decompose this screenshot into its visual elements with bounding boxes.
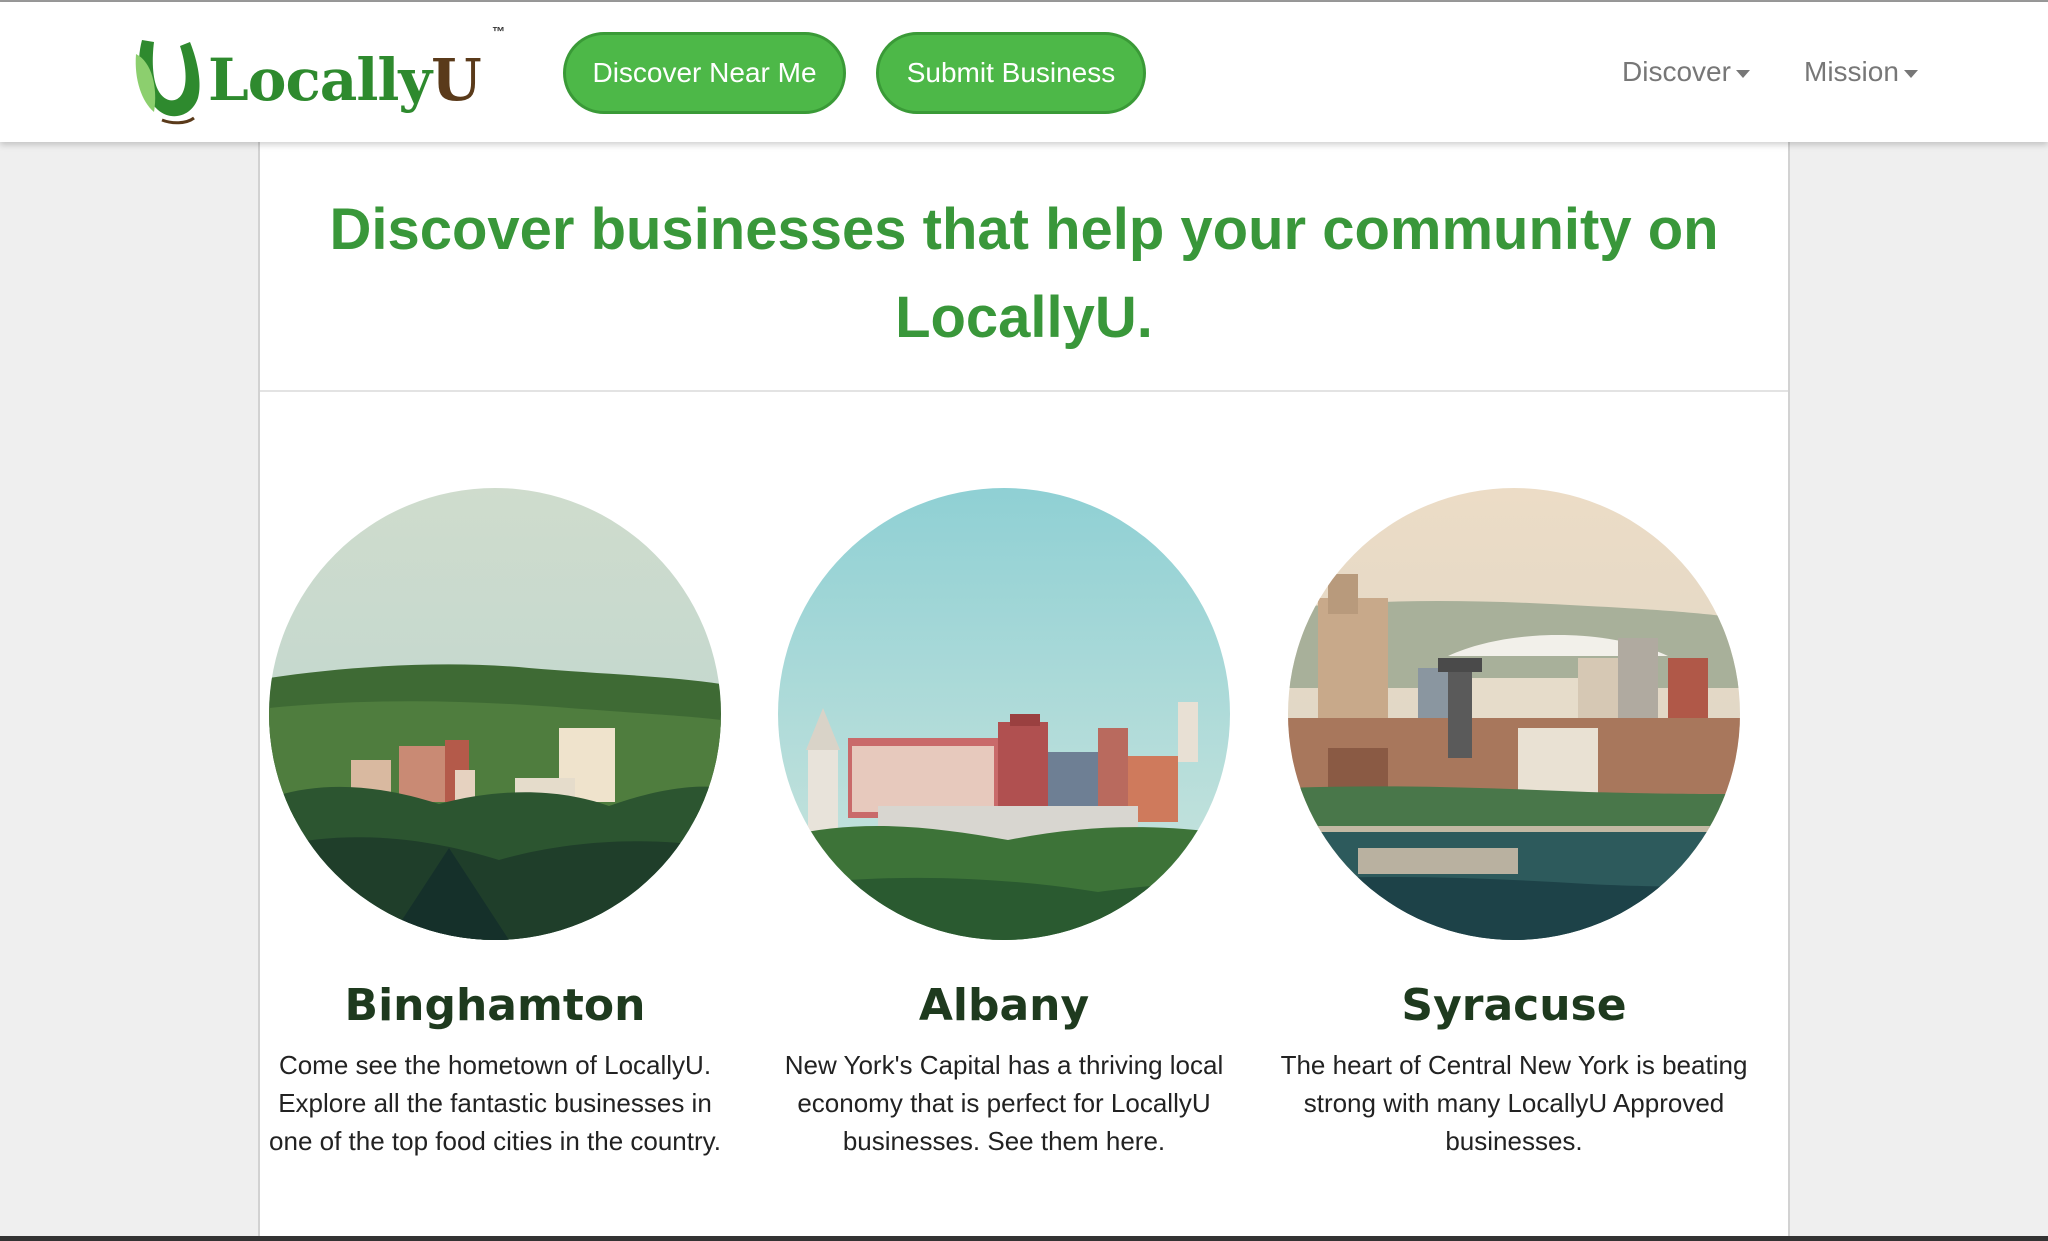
site-header: LocallyU ™ Discover Near Me Submit Busin… [0, 2, 2048, 142]
binghamton-skyline-image [269, 488, 721, 940]
leaf-logo-icon [135, 40, 200, 125]
discover-near-me-button[interactable]: Discover Near Me [563, 32, 846, 114]
albany-skyline-photo[interactable] [778, 488, 1230, 940]
locallyu-logo[interactable]: LocallyU [132, 30, 512, 130]
syracuse-skyline-image [1288, 488, 1740, 940]
city-name-binghamton[interactable]: Binghamton [345, 976, 646, 1036]
nav-discover-dropdown[interactable]: Discover [1622, 54, 1750, 90]
city-description-binghamton: Come see the hometown of LocallyU. Explo… [269, 1050, 721, 1156]
window-bottom-border [0, 1236, 2048, 1241]
city-description-syracuse: The heart of Central New York is beating… [1280, 1050, 1748, 1156]
section-divider [260, 390, 1788, 392]
syracuse-skyline-photo[interactable] [1288, 488, 1740, 940]
main-panel: Discover businesses that help your commu… [258, 142, 1790, 1241]
city-name-albany[interactable]: Albany [919, 976, 1089, 1036]
city-card-albany[interactable]: Albany New York's Capital has a thriving… [769, 488, 1239, 1160]
city-card-binghamton[interactable]: Binghamton Come see the hometown of Loca… [260, 488, 730, 1160]
caret-down-icon [1735, 69, 1750, 78]
nav-mission-dropdown[interactable]: Mission [1804, 54, 1918, 90]
city-name-syracuse[interactable]: Syracuse [1401, 976, 1626, 1036]
nav-mission-label: Mission [1804, 56, 1899, 87]
trademark-symbol: ™ [492, 24, 505, 39]
page-headline: Discover businesses that help your commu… [329, 197, 1719, 350]
logo-wordmark: LocallyU [208, 46, 482, 114]
caret-down-icon [1903, 69, 1918, 78]
albany-skyline-image [778, 488, 1230, 940]
submit-business-button[interactable]: Submit Business [876, 32, 1146, 114]
nav-discover-label: Discover [1622, 56, 1731, 87]
city-card-syracuse[interactable]: Syracuse The heart of Central New York i… [1279, 488, 1749, 1160]
binghamton-skyline-photo[interactable] [269, 488, 721, 940]
city-description-albany: New York's Capital has a thriving local … [784, 1050, 1224, 1156]
